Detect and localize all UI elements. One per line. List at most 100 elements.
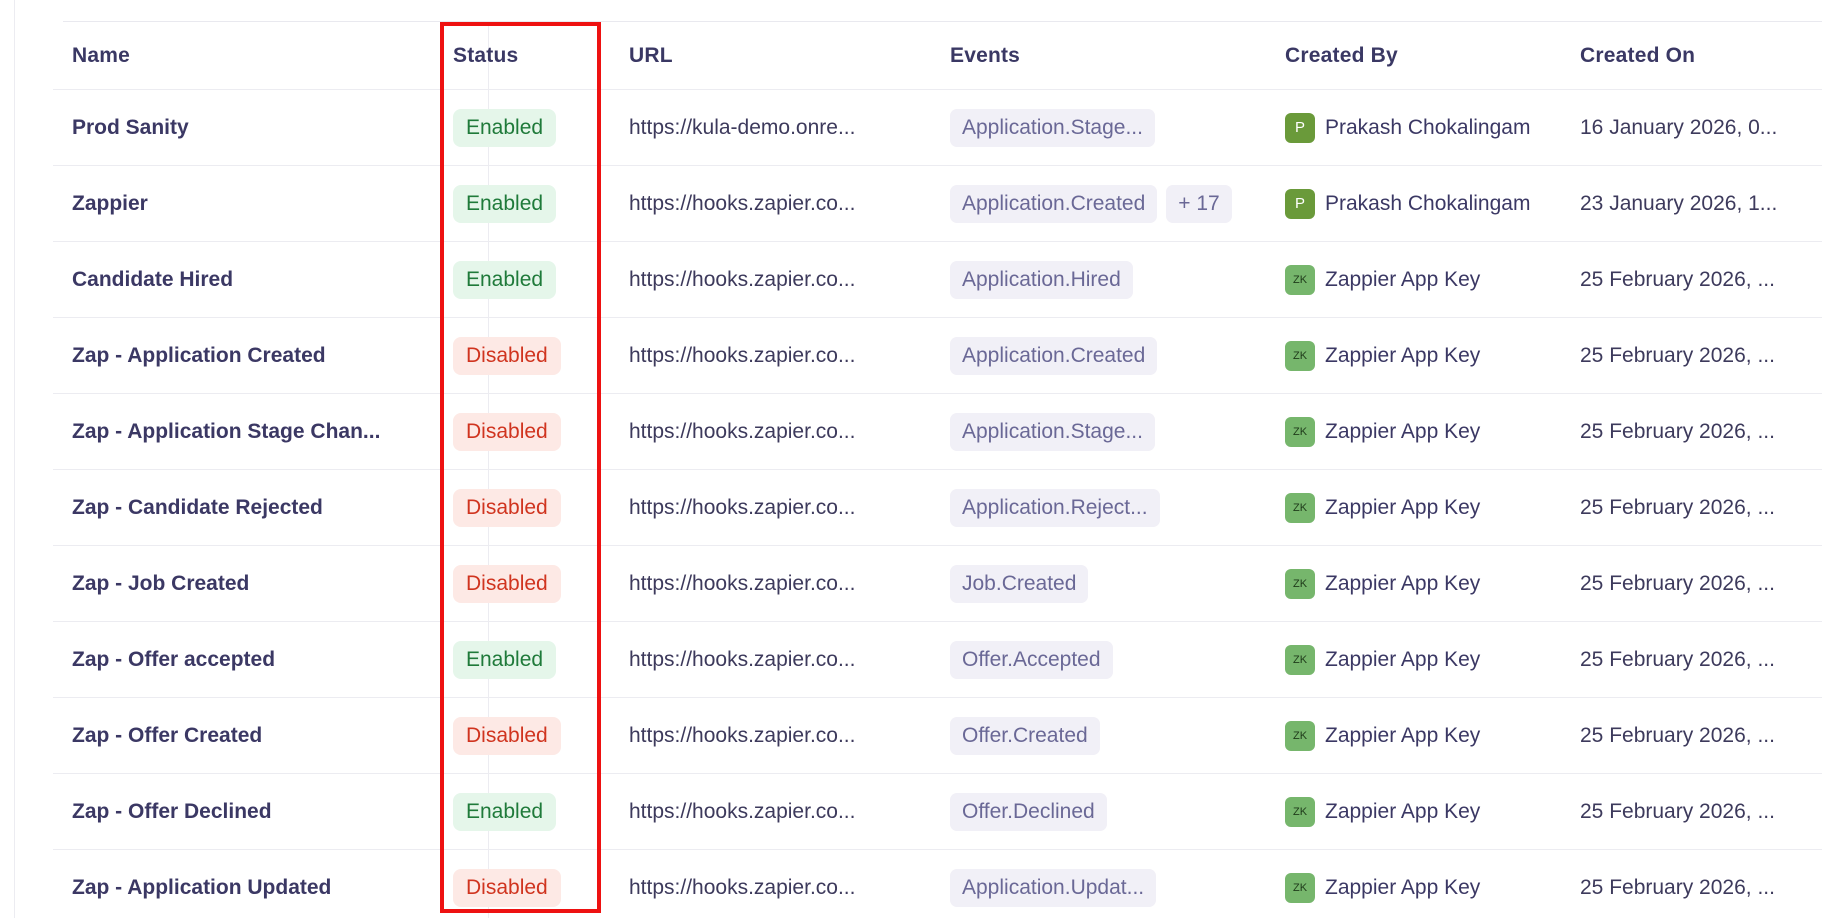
webhooks-page: Name Status URL Events Created By Create…: [0, 0, 1822, 918]
column-header-events[interactable]: Events: [950, 22, 1320, 89]
table-row[interactable]: Candidate Hired Enabled https://hooks.za…: [53, 242, 1822, 318]
status-cell: Enabled: [453, 242, 603, 317]
created-by-cell: ZK Zappier App Key: [1285, 622, 1615, 697]
created-by-cell: ZK Zappier App Key: [1285, 850, 1615, 918]
table-row[interactable]: Zap - Job Created Disabled https://hooks…: [53, 546, 1822, 622]
webhook-name[interactable]: Prod Sanity: [72, 90, 432, 165]
table-header: Name Status URL Events Created By Create…: [53, 22, 1822, 90]
column-header-name[interactable]: Name: [72, 22, 432, 89]
table-row[interactable]: Zap - Application Stage Chan... Disabled…: [53, 394, 1822, 470]
events-cell: Application.Created + 17: [950, 166, 1320, 241]
event-chip[interactable]: Offer.Created: [950, 716, 1100, 755]
webhook-name[interactable]: Zap - Offer Created: [72, 698, 432, 773]
status-cell: Disabled: [453, 698, 603, 773]
status-cell: Disabled: [453, 318, 603, 393]
status-badge: Disabled: [453, 412, 561, 451]
column-header-created-on[interactable]: Created On: [1580, 22, 1822, 89]
event-chip[interactable]: Application.Stage...: [950, 108, 1155, 147]
status-cell: Disabled: [453, 546, 603, 621]
events-cell: Offer.Accepted: [950, 622, 1320, 697]
created-by-name: Zappier App Key: [1325, 571, 1481, 595]
created-by-cell: ZK Zappier App Key: [1285, 470, 1615, 545]
event-chip[interactable]: Application.Reject...: [950, 488, 1160, 527]
created-by-cell: ZK Zappier App Key: [1285, 394, 1615, 469]
avatar: P: [1285, 112, 1315, 143]
status-cell: Disabled: [453, 850, 603, 918]
created-by-name: Zappier App Key: [1325, 419, 1481, 443]
created-by-cell: ZK Zappier App Key: [1285, 774, 1615, 849]
created-on: 25 February 2026, ...: [1580, 267, 1775, 291]
webhook-name[interactable]: Zap - Job Created: [72, 546, 432, 621]
created-by-name: Zappier App Key: [1325, 343, 1481, 367]
created-by-name: Zappier App Key: [1325, 647, 1481, 671]
webhook-url: https://kula-demo.onre...: [629, 115, 856, 139]
webhook-name[interactable]: Zap - Application Updated: [72, 850, 432, 918]
webhook-url: https://hooks.zapier.co...: [629, 267, 856, 291]
webhook-name[interactable]: Zap - Offer Declined: [72, 774, 432, 849]
column-header-status[interactable]: Status: [453, 22, 603, 89]
event-chip[interactable]: Offer.Declined: [950, 792, 1107, 831]
status-cell: Enabled: [453, 622, 603, 697]
created-by-cell: ZK Zappier App Key: [1285, 546, 1615, 621]
created-by-name: Zappier App Key: [1325, 875, 1481, 899]
table-row[interactable]: Zap - Candidate Rejected Disabled https:…: [53, 470, 1822, 546]
webhook-url: https://hooks.zapier.co...: [629, 723, 856, 747]
table-row[interactable]: Zap - Offer Created Disabled https://hoo…: [53, 698, 1822, 774]
event-chip[interactable]: Application.Created: [950, 336, 1158, 375]
events-cell: Application.Stage...: [950, 90, 1320, 165]
webhook-url: https://hooks.zapier.co...: [629, 799, 856, 823]
event-chip[interactable]: Offer.Accepted: [950, 640, 1113, 679]
status-badge: Enabled: [453, 108, 557, 147]
avatar: ZK: [1285, 416, 1315, 447]
event-chip[interactable]: Application.Updat...: [950, 868, 1157, 907]
webhook-name[interactable]: Zap - Application Stage Chan...: [72, 394, 432, 469]
avatar: P: [1285, 188, 1315, 219]
webhook-name[interactable]: Zappier: [72, 166, 432, 241]
column-header-url[interactable]: URL: [629, 22, 949, 89]
avatar: ZK: [1285, 720, 1315, 751]
table-row[interactable]: Zap - Application Created Disabled https…: [53, 318, 1822, 394]
webhooks-table: Name Status URL Events Created By Create…: [53, 21, 1822, 918]
created-on: 25 February 2026, ...: [1580, 571, 1775, 595]
status-badge: Enabled: [453, 260, 557, 299]
created-by-cell: ZK Zappier App Key: [1285, 698, 1615, 773]
webhook-url: https://hooks.zapier.co...: [629, 191, 856, 215]
more-events-chip[interactable]: + 17: [1166, 184, 1232, 223]
event-chip[interactable]: Application.Stage...: [950, 412, 1155, 451]
webhook-name[interactable]: Zap - Application Created: [72, 318, 432, 393]
created-by-name: Prakash Chokalingam: [1325, 115, 1531, 139]
webhook-url: https://hooks.zapier.co...: [629, 495, 856, 519]
event-chip[interactable]: Job.Created: [950, 564, 1089, 603]
created-on: 25 February 2026, ...: [1580, 419, 1775, 443]
created-on: 23 January 2026, 1...: [1580, 191, 1778, 215]
table-row[interactable]: Zap - Offer accepted Enabled https://hoo…: [53, 622, 1822, 698]
table-row[interactable]: Prod Sanity Enabled https://kula-demo.on…: [53, 90, 1822, 166]
webhook-url: https://hooks.zapier.co...: [629, 571, 856, 595]
avatar: ZK: [1285, 264, 1315, 295]
created-by-name: Prakash Chokalingam: [1325, 191, 1531, 215]
status-badge: Enabled: [453, 184, 557, 223]
webhook-url: https://hooks.zapier.co...: [629, 875, 856, 899]
event-chip[interactable]: Application.Hired: [950, 260, 1133, 299]
table-body: Prod Sanity Enabled https://kula-demo.on…: [53, 90, 1822, 918]
created-by-cell: P Prakash Chokalingam: [1285, 166, 1615, 241]
events-cell: Offer.Created: [950, 698, 1320, 773]
webhook-name[interactable]: Zap - Candidate Rejected: [72, 470, 432, 545]
webhook-name[interactable]: Zap - Offer accepted: [72, 622, 432, 697]
events-cell: Application.Stage...: [950, 394, 1320, 469]
status-badge: Disabled: [453, 488, 561, 527]
created-on: 25 February 2026, ...: [1580, 799, 1775, 823]
webhook-name[interactable]: Candidate Hired: [72, 242, 432, 317]
table-row[interactable]: Zap - Application Updated Disabled https…: [53, 850, 1822, 918]
status-badge: Disabled: [453, 336, 561, 375]
event-chip[interactable]: Application.Created: [950, 184, 1158, 223]
table-row[interactable]: Zap - Offer Declined Enabled https://hoo…: [53, 774, 1822, 850]
created-on: 25 February 2026, ...: [1580, 723, 1775, 747]
created-by-name: Zappier App Key: [1325, 799, 1481, 823]
events-cell: Application.Reject...: [950, 470, 1320, 545]
table-row[interactable]: Zappier Enabled https://hooks.zapier.co.…: [53, 166, 1822, 242]
created-by-name: Zappier App Key: [1325, 495, 1481, 519]
events-cell: Application.Updat...: [950, 850, 1320, 918]
column-header-created-by[interactable]: Created By: [1285, 22, 1615, 89]
created-on: 25 February 2026, ...: [1580, 647, 1775, 671]
